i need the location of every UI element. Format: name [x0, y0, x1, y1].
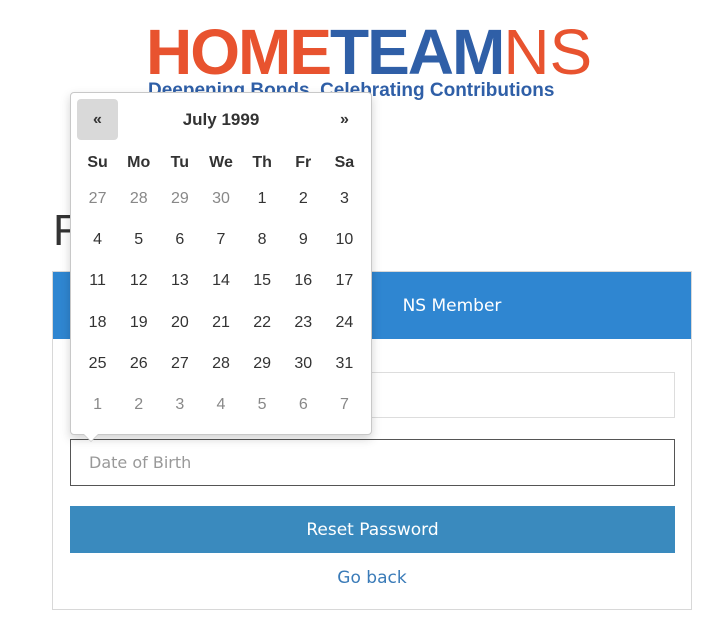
day-cell[interactable]: 5 [118, 219, 159, 260]
date-of-birth-input[interactable] [70, 439, 675, 486]
weekday-label: Tu [170, 154, 190, 171]
weekday-label: Mo [127, 154, 151, 171]
datepicker-pointer-fill [84, 434, 98, 441]
day-cell[interactable]: 22 [242, 302, 283, 343]
day-cell[interactable]: 27 [159, 343, 200, 384]
day-cell[interactable]: 6 [283, 384, 324, 425]
datepicker-popup: « July 1999 » Su Mo Tu We Th Fr Sa 27 28 2… [70, 92, 372, 442]
weekday-label: We [209, 154, 233, 171]
day-cell[interactable]: 20 [159, 302, 200, 343]
day-cell[interactable]: 1 [242, 178, 283, 219]
go-back-link[interactable]: Go back [53, 568, 691, 588]
next-month-button[interactable]: » [324, 99, 365, 140]
day-cell[interactable]: 7 [200, 219, 241, 260]
day-cell[interactable]: 26 [118, 343, 159, 384]
day-cell[interactable]: 13 [159, 261, 200, 302]
weekday-label: Th [252, 154, 272, 171]
day-cell[interactable]: 28 [200, 343, 241, 384]
day-cell[interactable]: 6 [159, 219, 200, 260]
day-cell[interactable]: 31 [324, 343, 365, 384]
day-cell[interactable]: 16 [283, 261, 324, 302]
day-cell[interactable]: 30 [200, 178, 241, 219]
day-cell[interactable]: 3 [324, 178, 365, 219]
datepicker-day-grid: 27 28 29 30 1 2 3 4 5 6 7 8 9 10 11 12 13 14 15 16 17 18 19 20 2… [77, 178, 365, 426]
day-cell[interactable]: 24 [324, 302, 365, 343]
day-cell[interactable]: 28 [118, 178, 159, 219]
day-cell[interactable]: 15 [242, 261, 283, 302]
day-cell[interactable]: 1 [77, 384, 118, 425]
logo-home-text: HOME [146, 16, 332, 88]
weekday-label: Fr [295, 154, 312, 171]
reset-password-button[interactable]: Reset Password [70, 506, 675, 553]
day-cell[interactable]: 29 [159, 178, 200, 219]
logo-team-text: TEAM [330, 16, 505, 88]
logo-ns-text: NS [503, 16, 593, 88]
day-cell[interactable]: 25 [77, 343, 118, 384]
weekday-header-row: Su Mo Tu We Th Fr Sa [77, 143, 365, 183]
day-cell[interactable]: 18 [77, 302, 118, 343]
day-cell[interactable]: 23 [283, 302, 324, 343]
day-cell[interactable]: 27 [77, 178, 118, 219]
day-cell[interactable]: 11 [77, 261, 118, 302]
day-cell[interactable]: 3 [159, 384, 200, 425]
weekday-label: Sa [334, 154, 355, 171]
day-cell[interactable]: 14 [200, 261, 241, 302]
day-cell[interactable]: 10 [324, 219, 365, 260]
day-cell[interactable]: 29 [242, 343, 283, 384]
panel-header-text: NS Member [402, 295, 502, 316]
day-cell[interactable]: 30 [283, 343, 324, 384]
day-cell[interactable]: 5 [242, 384, 283, 425]
day-cell[interactable]: 8 [242, 219, 283, 260]
day-cell[interactable]: 4 [77, 219, 118, 260]
day-cell[interactable]: 21 [200, 302, 241, 343]
day-cell[interactable]: 2 [283, 178, 324, 219]
day-cell[interactable]: 9 [283, 219, 324, 260]
day-cell[interactable]: 7 [324, 384, 365, 425]
weekday-label: Su [87, 154, 108, 171]
day-cell[interactable]: 17 [324, 261, 365, 302]
logo-wordmark: HOMETEAMNS [146, 20, 592, 84]
day-cell[interactable]: 12 [118, 261, 159, 302]
day-cell[interactable]: 4 [200, 384, 241, 425]
day-cell[interactable]: 19 [118, 302, 159, 343]
prev-month-button[interactable]: « [77, 99, 118, 140]
datepicker-month-title[interactable]: July 1999 [118, 99, 324, 140]
day-cell[interactable]: 2 [118, 384, 159, 425]
